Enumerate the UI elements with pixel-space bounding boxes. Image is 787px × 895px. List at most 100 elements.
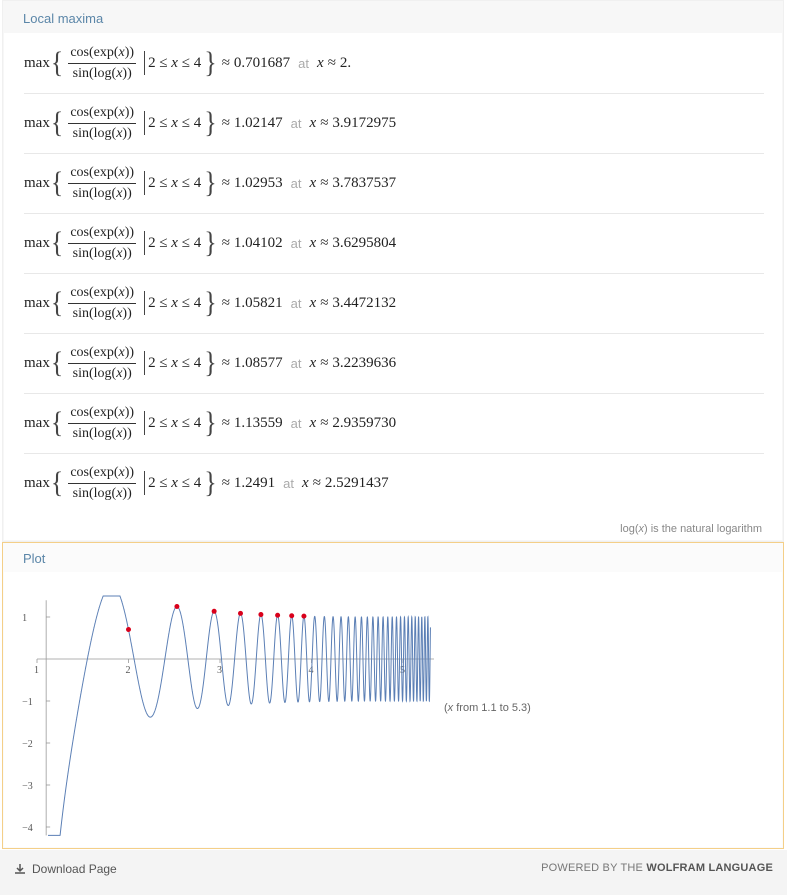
maximum-point xyxy=(237,610,243,616)
maximum-value: 1.08577 xyxy=(233,354,283,371)
open-brace: { xyxy=(50,405,64,440)
x-range-note: (x from 1.1 to 5.3) xyxy=(444,702,531,714)
at-label: at xyxy=(290,235,302,251)
function-fraction: cos(exp(x)) sin(log(x)) xyxy=(68,284,137,321)
condition-bar xyxy=(144,351,146,375)
domain-condition: 2 ≤ x ≤ 4 xyxy=(148,114,202,131)
maximum-value: 1.13559 xyxy=(233,414,283,431)
close-brace: } xyxy=(204,105,217,140)
max-label: max xyxy=(24,294,50,311)
function-fraction: cos(exp(x)) sin(log(x)) xyxy=(68,464,137,501)
y-tick-label: −4 xyxy=(22,823,33,834)
close-brace: } xyxy=(204,225,217,260)
plot-area: 1 2 3 4 5 1 −1 −2 −3 −4 (x from 1.1 to 5.3) xyxy=(4,572,782,847)
natural-log-note: log(x) is the natural logarithm xyxy=(620,523,762,535)
condition-bar xyxy=(144,291,146,315)
local-maxima-pod: Local maxima log(x) is the natural logar… xyxy=(2,0,784,542)
at-label: at xyxy=(290,115,302,131)
function-fraction: cos(exp(x)) sin(log(x)) xyxy=(68,164,137,201)
domain-condition: 2 ≤ x ≤ 4 xyxy=(148,294,202,311)
maximum-value: 1.02953 xyxy=(233,174,283,191)
x-tick-label: 4 xyxy=(309,665,314,676)
function-fraction: cos(exp(x)) sin(log(x)) xyxy=(68,404,137,441)
maximum-value: 1.04102 xyxy=(233,234,283,251)
maximum-row: max{cos(exp(x)) sin(log(x)) 2 ≤ x ≤ 4} ≈1.0… xyxy=(24,153,764,214)
maximum-point xyxy=(301,613,307,619)
at-label: at xyxy=(290,295,302,311)
condition-bar xyxy=(144,171,146,195)
maximum-row: max{cos(exp(x)) sin(log(x)) 2 ≤ x ≤ 4} ≈1.0… xyxy=(24,333,764,394)
maximum-x: 3.6295804 xyxy=(332,234,397,251)
close-brace: } xyxy=(204,165,217,200)
condition-bar xyxy=(144,111,146,135)
maximum-x: 2.9359730 xyxy=(332,414,397,431)
y-tick-label: −2 xyxy=(22,739,33,750)
domain-condition: 2 ≤ x ≤ 4 xyxy=(148,234,202,251)
maximum-row: max{cos(exp(x)) sin(log(x)) 2 ≤ x ≤ 4} ≈0.7… xyxy=(24,33,764,94)
at-label: at xyxy=(290,415,302,431)
function-fraction: cos(exp(x)) sin(log(x)) xyxy=(68,224,137,261)
plot-title: Plot xyxy=(23,551,46,566)
domain-condition: 2 ≤ x ≤ 4 xyxy=(148,174,202,191)
download-page-label: Download Page xyxy=(32,862,117,876)
maximum-value: 1.02147 xyxy=(233,114,283,131)
download-page-button[interactable]: Download Page xyxy=(14,862,117,876)
maximum-point xyxy=(258,612,264,618)
close-brace: } xyxy=(204,45,217,80)
maximum-row: max{cos(exp(x)) sin(log(x)) 2 ≤ x ≤ 4} ≈1.2… xyxy=(24,464,389,501)
maximum-x: 2. xyxy=(339,54,352,71)
maximum-row: max{cos(exp(x)) sin(log(x)) 2 ≤ x ≤ 4} ≈1.0… xyxy=(24,273,764,334)
close-brace: } xyxy=(204,345,217,380)
maximum-row: max{cos(exp(x)) sin(log(x)) 2 ≤ x ≤ 4} ≈1.1… xyxy=(24,393,764,454)
condition-bar xyxy=(144,411,146,435)
max-label: max xyxy=(24,54,50,71)
local-maxima-results: log(x) is the natural logarithm max{cos(… xyxy=(4,33,782,540)
max-label: max xyxy=(24,414,50,431)
open-brace: { xyxy=(50,165,64,200)
domain-condition: 2 ≤ x ≤ 4 xyxy=(148,54,202,71)
y-tick-label: 1 xyxy=(22,613,27,624)
open-brace: { xyxy=(50,345,64,380)
maximum-x: 3.4472132 xyxy=(332,294,397,311)
close-brace: } xyxy=(204,285,217,320)
close-brace: } xyxy=(204,465,217,500)
domain-condition: 2 ≤ x ≤ 4 xyxy=(148,474,202,491)
condition-bar xyxy=(144,471,146,495)
close-brace: } xyxy=(204,405,217,440)
function-fraction: cos(exp(x)) sin(log(x)) xyxy=(68,344,137,381)
maximum-x: 2.5291437 xyxy=(324,474,389,491)
maximum-point xyxy=(289,613,295,619)
maximum-row: max{cos(exp(x)) sin(log(x)) 2 ≤ x ≤ 4} ≈1.0… xyxy=(24,93,764,154)
maximum-x: 3.2239636 xyxy=(332,354,397,371)
open-brace: { xyxy=(50,225,64,260)
condition-bar xyxy=(144,51,146,75)
function-curve xyxy=(47,595,431,836)
maximum-value: 1.05821 xyxy=(233,294,283,311)
y-tick-label: −3 xyxy=(22,781,33,792)
maximum-value: 0.701687 xyxy=(233,54,291,71)
maximum-point xyxy=(174,604,180,610)
maximum-row: max{cos(exp(x)) sin(log(x)) 2 ≤ x ≤ 4} ≈1.0… xyxy=(24,213,764,274)
condition-bar xyxy=(144,231,146,255)
x-tick-label: 1 xyxy=(34,665,39,676)
max-label: max xyxy=(24,354,50,371)
powered-by-label: POWERED BY THE WOLFRAM LANGUAGE xyxy=(541,862,773,874)
open-brace: { xyxy=(50,45,64,80)
y-tick-label: −1 xyxy=(22,697,33,708)
at-label: at xyxy=(283,475,295,491)
max-label: max xyxy=(24,174,50,191)
x-tick-label: 3 xyxy=(217,665,222,676)
maximum-point xyxy=(126,627,131,633)
max-label: max xyxy=(24,474,50,491)
x-tick-label: 2 xyxy=(126,665,131,676)
domain-condition: 2 ≤ x ≤ 4 xyxy=(148,354,202,371)
maximum-point xyxy=(211,608,217,614)
download-icon xyxy=(15,864,25,874)
at-label: at xyxy=(290,355,302,371)
domain-condition: 2 ≤ x ≤ 4 xyxy=(148,414,202,431)
maximum-value: 1.2491 xyxy=(233,474,276,491)
max-label: max xyxy=(24,234,50,251)
maximum-point xyxy=(275,612,281,618)
plot-pod: Plot 1 2 3 4 5 1 −1 −2 −3 −4 (x from 1.1 to 5.3) xyxy=(2,542,784,849)
x-tick-label: 5 xyxy=(400,665,405,676)
